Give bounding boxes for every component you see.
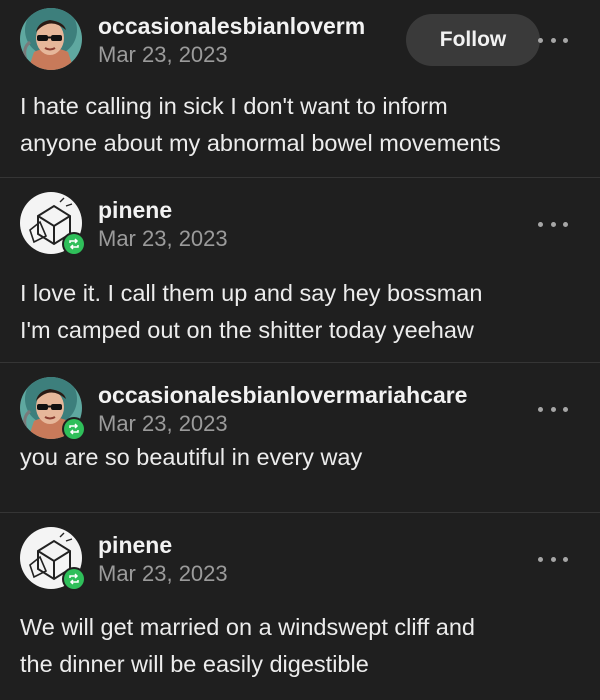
follow-button[interactable]: Follow [406,14,540,66]
more-options-icon[interactable] [538,399,568,419]
avatar[interactable] [20,377,86,441]
username[interactable]: pinene [98,531,228,559]
post-meta: pinene Mar 23, 2023 [98,531,228,589]
post-meta: pinene Mar 23, 2023 [98,196,228,254]
post-header: occasionalesbianloverm Mar 23, 2023 Foll… [20,0,580,72]
post-meta: occasionalesbianlovermariahcare Mar 23, … [98,381,467,439]
post-date: Mar 23, 2023 [98,411,228,436]
avatar[interactable] [20,527,86,591]
post-header: pinene Mar 23, 2023 [20,513,580,591]
post-meta: occasionalesbianloverm Mar 23, 2023 [98,12,365,70]
more-options-icon[interactable] [538,549,568,569]
more-options-icon[interactable] [538,214,568,234]
reblog-thread: occasionalesbianloverm Mar 23, 2023 Foll… [0,0,600,700]
post-text: you are so beautiful in every way [20,444,363,470]
thread-post: pinene Mar 23, 2023 We will get married … [0,513,600,700]
reblog-icon [62,417,86,441]
thread-post: occasionalesbianloverm Mar 23, 2023 Foll… [0,0,600,178]
post-text: I love it. I call them up and say hey bo… [20,280,483,343]
post-date: Mar 23, 2023 [98,561,228,586]
post-header: pinene Mar 23, 2023 [20,178,580,256]
avatar[interactable] [20,8,82,70]
thread-post: occasionalesbianlovermariahcare Mar 23, … [0,363,600,513]
thread-post: pinene Mar 23, 2023 I love it. I call th… [0,178,600,363]
post-header: occasionalesbianlovermariahcare Mar 23, … [20,363,580,441]
post-date: Mar 23, 2023 [98,42,228,67]
username[interactable]: occasionalesbianlovermariahcare [98,381,467,409]
avatar[interactable] [20,192,86,256]
reblog-icon [62,567,86,591]
post-text: I hate calling in sick I don't want to i… [20,93,501,156]
username[interactable]: pinene [98,196,228,224]
more-options-icon[interactable] [538,30,568,50]
cartoon-person-avatar-image [20,8,82,70]
post-date: Mar 23, 2023 [98,226,228,251]
post-text: We will get married on a windswept cliff… [20,614,475,677]
username[interactable]: occasionalesbianloverm [98,12,365,40]
reblog-icon [62,232,86,256]
